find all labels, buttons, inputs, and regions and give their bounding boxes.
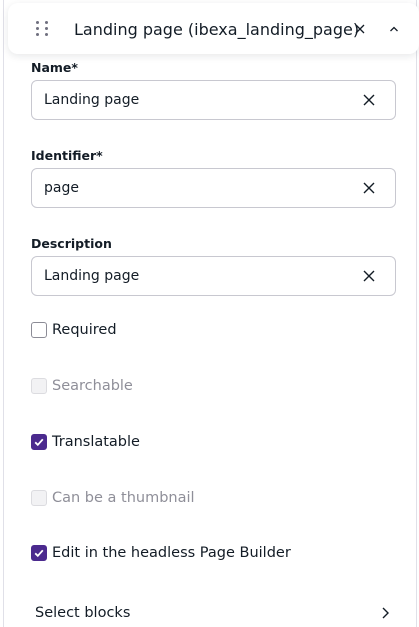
- clear-name-icon[interactable]: [362, 93, 376, 107]
- required-label: Required: [52, 322, 117, 338]
- close-button[interactable]: [352, 21, 368, 37]
- select-blocks-row[interactable]: Select blocks: [35, 602, 390, 624]
- required-checkbox[interactable]: [31, 322, 47, 338]
- clear-identifier-icon[interactable]: [362, 181, 376, 195]
- translatable-option[interactable]: Translatable: [31, 434, 140, 450]
- description-label: Description: [31, 236, 112, 251]
- chevron-right-icon: [382, 607, 389, 619]
- name-field: [31, 80, 396, 120]
- required-option[interactable]: Required: [31, 322, 117, 338]
- drag-handle-icon[interactable]: [36, 21, 50, 36]
- searchable-label: Searchable: [52, 378, 133, 394]
- field-definition-panel: Landing page (ibexa_landing_page) Name* …: [3, 0, 419, 627]
- identifier-input[interactable]: [44, 169, 344, 207]
- identifier-label: Identifier*: [31, 148, 103, 163]
- thumbnail-checkbox: [31, 490, 47, 506]
- close-icon: [355, 24, 365, 34]
- collapse-button[interactable]: [386, 21, 402, 37]
- thumbnail-option: Can be a thumbnail: [31, 490, 195, 506]
- select-blocks-label: Select blocks: [35, 605, 131, 621]
- name-label: Name*: [31, 60, 78, 75]
- chevron-up-icon: [390, 26, 398, 32]
- description-field: [31, 256, 396, 296]
- thumbnail-label: Can be a thumbnail: [52, 490, 195, 506]
- checkmark-icon: [34, 438, 44, 447]
- panel-header: Landing page (ibexa_landing_page): [8, 3, 419, 54]
- name-input[interactable]: [44, 81, 344, 119]
- headless-page-builder-checkbox[interactable]: [31, 545, 47, 561]
- searchable-checkbox: [31, 378, 47, 394]
- description-input[interactable]: [44, 257, 344, 295]
- clear-description-icon[interactable]: [362, 269, 376, 283]
- translatable-checkbox[interactable]: [31, 434, 47, 450]
- checkmark-icon: [34, 549, 44, 558]
- identifier-field: [31, 168, 396, 208]
- translatable-label: Translatable: [52, 434, 140, 450]
- headless-page-builder-option[interactable]: Edit in the headless Page Builder: [31, 545, 291, 561]
- headless-page-builder-label: Edit in the headless Page Builder: [52, 545, 291, 561]
- searchable-option: Searchable: [31, 378, 133, 394]
- panel-title: Landing page (ibexa_landing_page): [74, 20, 360, 39]
